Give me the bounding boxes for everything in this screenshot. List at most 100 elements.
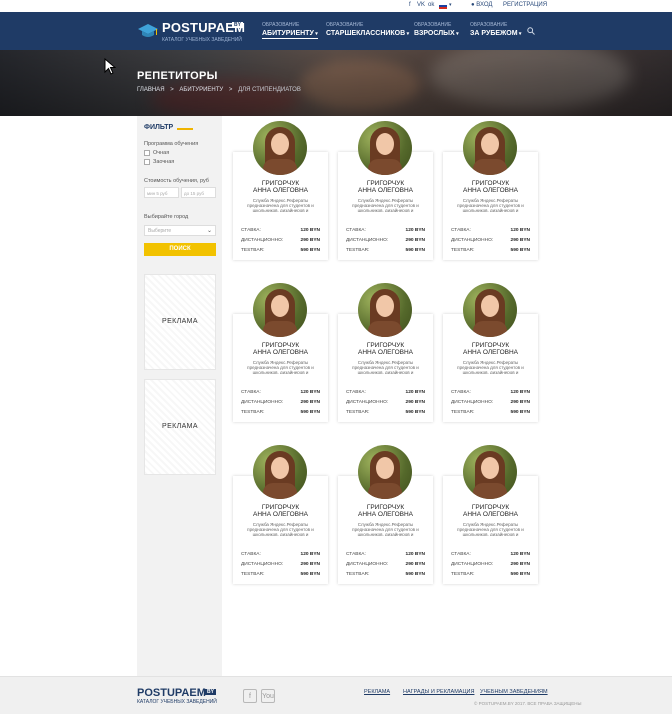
tutor-card[interactable]: ГРИГОРЧУК АННА ОЛЕГОВНА Служба Яндекс.Рефе… [233,283,328,422]
breadcrumb-applicants[interactable]: АБИТУРИЕНТУ [179,87,223,93]
price-row-value: 590 BYN [510,410,530,415]
advertisement-banner[interactable]: РЕКЛАМА [144,274,216,370]
nav-applicants[interactable]: ОБРАЗОВАНИЕ АБИТУРИЕНТУ [262,22,318,39]
advertisement-banner[interactable]: РЕКЛАМА [144,379,216,475]
price-row-label: TESTBAR: [241,572,265,577]
photo-face [271,133,289,155]
price-row: СТАВКА: 120 BYN [451,390,530,395]
tutor-given-name: АННА ОЛЕГОВНА [462,511,519,518]
tutor-given-name: АННА ОЛЕГОВНА [252,187,309,194]
price-row: СТАВКА: 120 BYN [346,552,425,557]
tutor-description: Служба Яндекс.Рефераты предназначена для… [247,360,314,374]
price-row-label: TESTBAR: [346,248,370,253]
register-link[interactable]: РЕГИСТРАЦИЯ [503,2,547,8]
tutor-card[interactable]: ГРИГОРЧУК АННА ОЛЕГОВНА Служба Яндекс.Рефе… [338,445,433,584]
price-row-value: 590 BYN [405,410,425,415]
price-row: СТАВКА: 120 BYN [451,552,530,557]
correspondence-checkbox[interactable] [144,159,150,165]
tutor-given-name: АННА ОЛЕГОВНА [357,349,414,356]
tutor-given-name: АННА ОЛЕГОВНА [462,187,519,194]
nav-small-label: ОБРАЗОВАНИЕ [414,22,452,28]
breadcrumb: ГЛАВНАЯ > АБИТУРИЕНТУ > ДЛЯ СТИПЕНДИАТОВ [137,87,305,93]
price-row: ДИСТАНЦИОННО: 290 BYN [451,400,530,405]
login-label: ВХОД [476,2,493,8]
filter-title-underline [177,128,193,130]
chevron-down-icon[interactable]: ▾ [449,2,452,8]
breadcrumb-home[interactable]: ГЛАВНАЯ [137,87,165,93]
price-row: TESTBAR: 590 BYN [451,248,530,253]
fulltime-checkbox[interactable] [144,150,150,156]
nav-adults[interactable]: ОБРАЗОВАНИЕ ВЗРОСЛЫХ [414,22,459,37]
tutor-given-name: АННА ОЛЕГОВНА [462,349,519,356]
price-to-input[interactable]: до 15 руб [181,187,216,198]
price-row-value: 590 BYN [405,572,425,577]
tutor-card[interactable]: ГРИГОРЧУК АННА ОЛЕГОВНА Служба Яндекс.Рефе… [338,283,433,422]
vk-icon[interactable]: VK [417,2,425,8]
city-select[interactable]: Выберите ⌄ [144,225,216,236]
price-row-label: ДИСТАНЦИОННО: [451,238,494,243]
tutor-given-name: АННА ОЛЕГОВНА [357,187,414,194]
price-row-value: 120 BYN [510,228,530,233]
price-row-value: 290 BYN [300,238,320,243]
tutor-description: Служба Яндекс.Рефераты предназначена для… [457,522,524,536]
tutor-card[interactable]: ГРИГОРЧУК АННА ОЛЕГОВНА Служба Яндекс.Рефе… [443,445,538,584]
price-row: СТАВКА: 120 BYN [346,390,425,395]
filter-sidebar: ФИЛЬТР Программа обучения Очная Заочная … [137,116,222,676]
facebook-icon[interactable]: f [409,2,411,8]
footer-link-institutions[interactable]: УЧЕБНЫМ ЗАВЕДЕНИЯМ [480,689,548,695]
language-flag-icon[interactable] [439,3,447,9]
footer-link-ads[interactable]: РЕКЛАМА [364,689,390,695]
price-row: ДИСТАНЦИОННО: 290 BYN [241,238,320,243]
tutor-given-name: АННА ОЛЕГОВНА [357,511,414,518]
tutor-card[interactable]: ГРИГОРЧУК АННА ОЛЕГОВНА Служба Яндекс.Рефе… [338,121,433,260]
price-row-label: ДИСТАНЦИОННО: [241,562,284,567]
price-row: ДИСТАНЦИОННО: 290 BYN [451,238,530,243]
price-row-value: 290 BYN [405,400,425,405]
footer-brand-suffix: BY [205,689,216,695]
photo-body [473,159,507,175]
price-row-value: 120 BYN [300,390,320,395]
price-row: TESTBAR: 590 BYN [241,248,320,253]
price-row-value: 290 BYN [405,562,425,567]
photo-body [368,483,402,499]
page-hero: РЕПЕТИТОРЫ ГЛАВНАЯ > АБИТУРИЕНТУ > ДЛЯ С… [0,50,672,116]
price-row-value: 290 BYN [300,400,320,405]
photo-body [263,483,297,499]
login-link[interactable]: ● ВХОД [471,2,492,8]
price-row-value: 290 BYN [510,238,530,243]
hero-overlay [0,50,672,116]
price-from-input[interactable]: мин 5 руб [144,187,179,198]
nav-big-label: ЗА РУБЕЖОМ [470,30,521,37]
tutor-description: Служба Яндекс.Рефераты предназначена для… [352,360,419,374]
tutor-photo [463,121,517,175]
footer-brand: POSTUPAEM [137,687,206,699]
youtube-icon[interactable]: You [261,689,275,703]
price-row-label: TESTBAR: [451,410,475,415]
site-logo[interactable]: POSTUPAEM BY КАТАЛОГ УЧЕБНЫХ ЗАВЕДЕНИЙ [137,19,247,45]
odnoklassniki-icon[interactable]: ok [428,2,434,8]
correspondence-label: Заочная [153,159,175,165]
tutor-description: Служба Яндекс.Рефераты предназначена для… [247,198,314,212]
search-icon[interactable] [527,27,535,35]
photo-face [271,457,289,479]
price-row-value: 290 BYN [300,562,320,567]
mouse-cursor-icon [104,58,116,75]
price-row-label: СТАВКА: [451,228,471,233]
price-row-label: TESTBAR: [451,572,475,577]
tutor-card[interactable]: ГРИГОРЧУК АННА ОЛЕГОВНА Служба Яндекс.Рефе… [233,121,328,260]
price-row-value: 120 BYN [510,552,530,557]
footer-link-awards[interactable]: НАГРАДЫ И РЕКЛАМАЦИЯ [403,689,474,695]
tutor-card[interactable]: ГРИГОРЧУК АННА ОЛЕГОВНА Служба Яндекс.Рефе… [443,283,538,422]
nav-abroad[interactable]: ОБРАЗОВАНИЕ ЗА РУБЕЖОМ [470,22,521,37]
facebook-icon[interactable]: f [243,689,257,703]
search-button[interactable]: ПОИСК [144,243,216,256]
tutor-card[interactable]: ГРИГОРЧУК АННА ОЛЕГОВНА Служба Яндекс.Рефе… [233,445,328,584]
tutor-photo [358,283,412,337]
price-row-label: СТАВКА: [346,228,366,233]
tutor-photo [253,445,307,499]
price-row-label: TESTBAR: [451,248,475,253]
nav-seniors[interactable]: ОБРАЗОВАНИЕ СТАРШЕКЛАССНИКОВ [326,22,409,37]
tutor-photo [253,283,307,337]
price-row-label: СТАВКА: [346,390,366,395]
tutor-card[interactable]: ГРИГОРЧУК АННА ОЛЕГОВНА Служба Яндекс.Рефе… [443,121,538,260]
